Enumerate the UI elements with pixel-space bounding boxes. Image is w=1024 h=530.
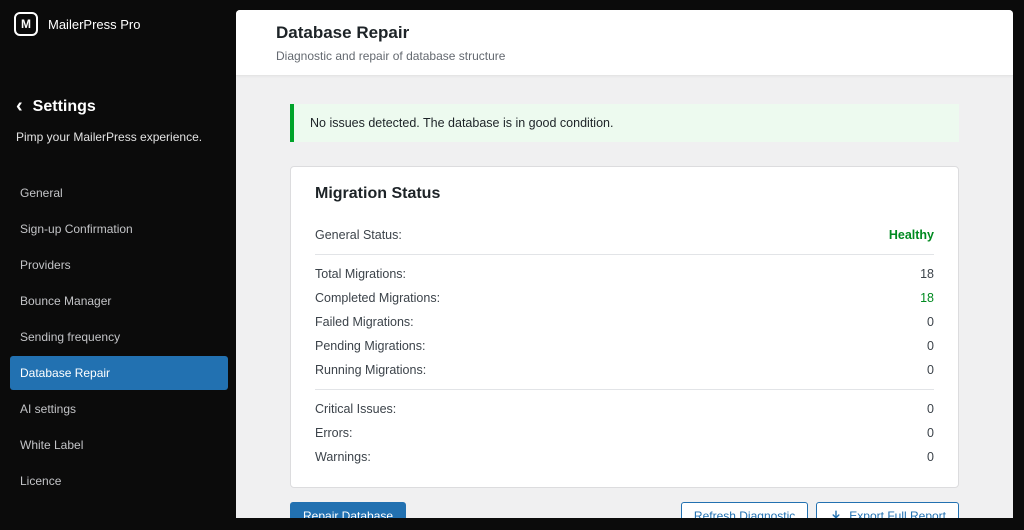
stat-row-errors: Errors: 0: [315, 421, 934, 445]
brand-name: MailerPress Pro: [48, 16, 141, 32]
sidebar-item-general[interactable]: General: [10, 176, 228, 210]
export-full-report-label: Export Full Report: [849, 509, 946, 518]
stat-label: Total Migrations:: [315, 267, 407, 281]
actions-right-group: Refresh Diagnostic Export Full Report: [680, 502, 959, 518]
repair-database-label: Repair Database: [303, 509, 394, 518]
stat-value-errors: 0: [927, 426, 934, 440]
sidebar-item-ai-settings[interactable]: AI settings: [10, 392, 228, 426]
stat-row-total-migrations: Total Migrations: 18: [315, 262, 934, 286]
actions-bar: Repair Database Refresh Diagnostic Expor…: [290, 502, 959, 518]
stat-label: Critical Issues:: [315, 402, 397, 416]
stat-label: Errors:: [315, 426, 353, 440]
card-title: Migration Status: [315, 185, 441, 202]
stat-row-critical-issues: Critical Issues: 0: [315, 397, 934, 421]
stat-label: Pending Migrations:: [315, 339, 426, 353]
stat-label: General Status:: [315, 228, 402, 242]
success-notice: No issues detected. The database is in g…: [290, 104, 959, 142]
page-title: Database Repair: [276, 23, 410, 42]
refresh-diagnostic-label: Refresh Diagnostic: [693, 509, 796, 518]
stat-row-failed-migrations: Failed Migrations: 0: [315, 310, 934, 334]
stat-row-completed-migrations: Completed Migrations: 18: [315, 286, 934, 310]
stat-value-failed-migrations: 0: [927, 315, 934, 329]
page-header: Database Repair Diagnostic and repair of…: [236, 10, 1013, 76]
sidebar-item-white-label[interactable]: White Label: [10, 428, 228, 462]
brand: M MailerPress Pro: [0, 0, 236, 48]
divider: [315, 389, 934, 390]
stat-row-running-migrations: Running Migrations: 0: [315, 358, 934, 382]
main-area: Database Repair Diagnostic and repair of…: [236, 10, 1013, 518]
success-notice-text: No issues detected. The database is in g…: [310, 116, 614, 130]
page-content: No issues detected. The database is in g…: [236, 76, 1013, 518]
stat-value-warnings: 0: [927, 450, 934, 464]
refresh-diagnostic-button[interactable]: Refresh Diagnostic: [680, 502, 809, 518]
settings-title: Settings: [32, 98, 96, 115]
sidebar-item-bounce-manager[interactable]: Bounce Manager: [10, 284, 228, 318]
page-subtitle: Diagnostic and repair of database struct…: [276, 49, 506, 63]
stat-label: Failed Migrations:: [315, 315, 414, 329]
divider: [315, 254, 934, 255]
download-icon: [829, 509, 843, 518]
sidebar-item-licence[interactable]: Licence: [10, 464, 228, 498]
export-full-report-button[interactable]: Export Full Report: [816, 502, 959, 518]
settings-header: ‹ Settings: [0, 96, 236, 116]
card-body: General Status: Healthy Total Migrations…: [291, 223, 958, 487]
stat-value-completed-migrations: 18: [920, 291, 934, 305]
settings-menu: General Sign-up Confirmation Providers B…: [0, 176, 236, 498]
stat-value-total-migrations: 18: [920, 267, 934, 281]
stat-value-running-migrations: 0: [927, 363, 934, 377]
stat-label: Completed Migrations:: [315, 291, 441, 305]
migration-status-card: Migration Status General Status: Healthy…: [290, 166, 959, 488]
stat-row-pending-migrations: Pending Migrations: 0: [315, 334, 934, 358]
stat-value-general-status: Healthy: [888, 228, 934, 242]
sidebar: M MailerPress Pro ‹ Settings Pimp your M…: [0, 0, 236, 530]
stat-value-pending-migrations: 0: [927, 339, 934, 353]
stat-label: Running Migrations:: [315, 363, 427, 377]
sidebar-item-providers[interactable]: Providers: [10, 248, 228, 282]
back-icon[interactable]: ‹: [16, 96, 23, 116]
sidebar-item-database-repair[interactable]: Database Repair: [10, 356, 228, 390]
stat-label: Warnings:: [315, 450, 371, 464]
stat-row-general-status: General Status: Healthy: [315, 223, 934, 247]
mailerpress-logo-icon: M: [14, 12, 38, 36]
stat-row-warnings: Warnings: 0: [315, 445, 934, 469]
sidebar-item-sending-frequency[interactable]: Sending frequency: [10, 320, 228, 354]
sidebar-item-signup-confirmation[interactable]: Sign-up Confirmation: [10, 212, 228, 246]
settings-subtitle: Pimp your MailerPress experience.: [16, 130, 203, 144]
repair-database-button[interactable]: Repair Database: [290, 502, 407, 518]
stat-value-critical-issues: 0: [927, 402, 934, 416]
